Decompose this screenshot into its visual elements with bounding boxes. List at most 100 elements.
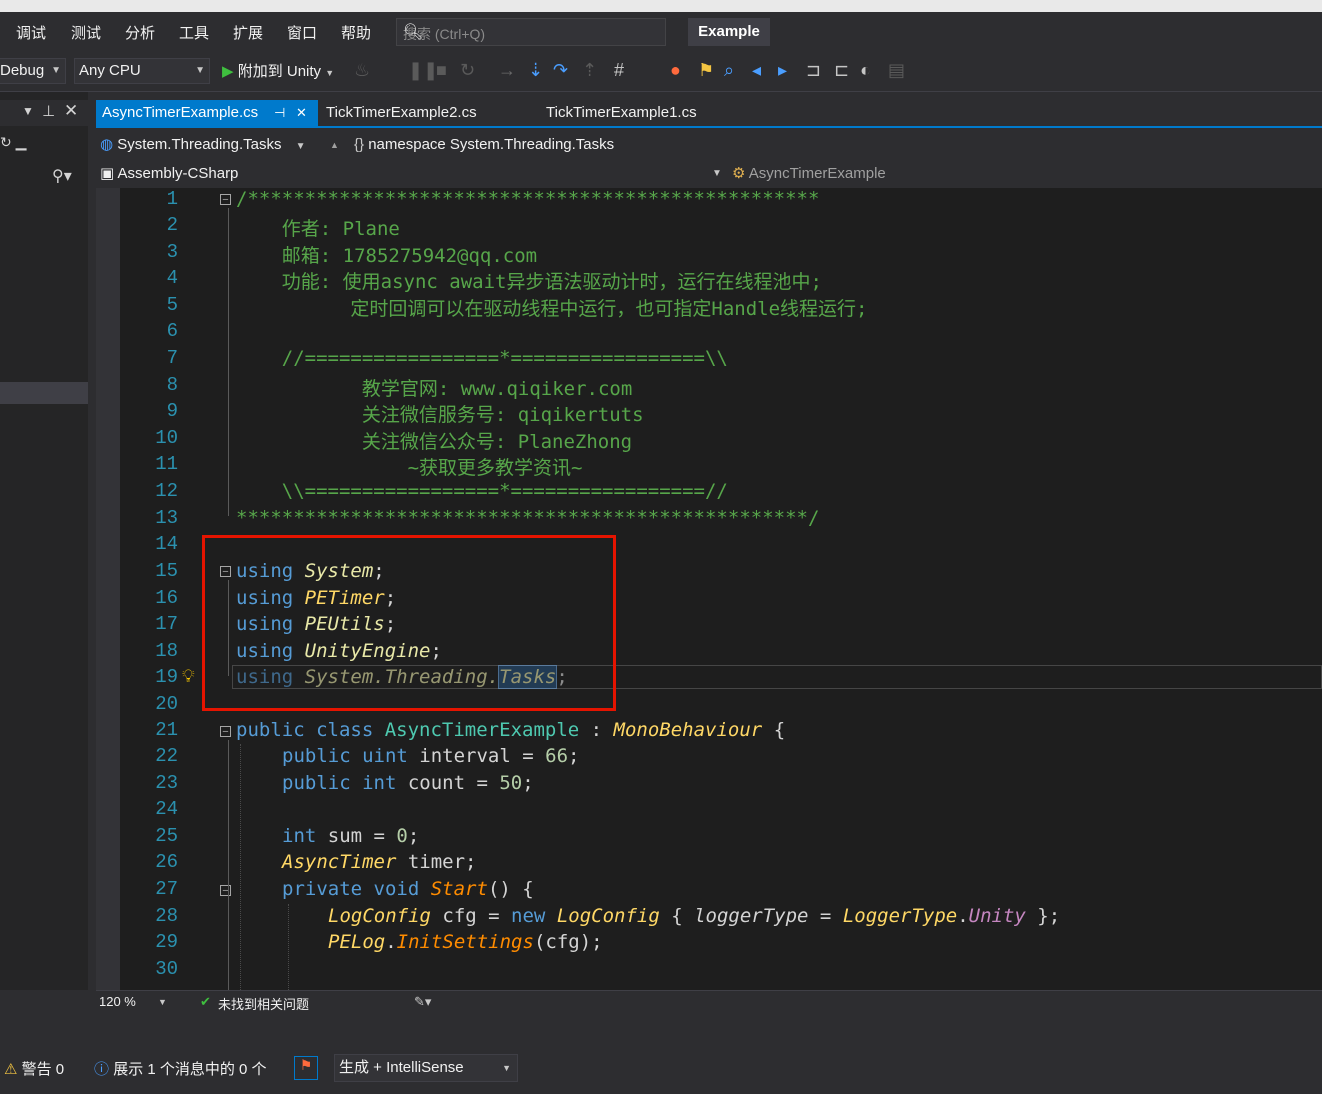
search-icon[interactable]: ⚲▾ xyxy=(52,166,72,186)
chevron-down-icon: ▼ xyxy=(712,168,722,179)
punctuation: ; xyxy=(568,745,580,767)
selected-tree-item[interactable] xyxy=(0,382,88,404)
member-value: AsyncTimerExample xyxy=(748,165,886,182)
close-icon[interactable]: ✕ xyxy=(296,100,307,126)
punctuation: ; xyxy=(407,825,420,847)
next-bookmark-icon[interactable]: ▸ xyxy=(778,60,787,81)
enum-member: Unity xyxy=(968,905,1026,927)
search-input[interactable]: 搜索 (Ctrl+Q) 🔍︎ xyxy=(396,18,666,46)
line-number: 29 xyxy=(155,931,178,953)
class-name: AsyncTimerExample xyxy=(384,719,580,741)
left-tool-window: ▼ ⊥ ✕ ↻ ▁ ⚲▾ xyxy=(0,92,88,990)
menu-extensions[interactable]: 扩展 xyxy=(233,22,263,43)
stop-icon[interactable]: ■ xyxy=(436,60,447,81)
show-next-statement-icon[interactable]: → xyxy=(498,60,516,81)
chevron-down-icon: ▼ xyxy=(325,68,335,78)
method-name: InitSettings xyxy=(396,931,534,953)
line-number: 30 xyxy=(155,958,178,980)
warnings-filter[interactable]: ⚠ 警告 0 xyxy=(4,1058,64,1079)
step-out-icon[interactable]: ⇡ xyxy=(582,60,597,81)
window-top-strip xyxy=(0,0,1322,12)
member-select[interactable]: ⚙ AsyncTimerExample xyxy=(732,162,1032,186)
chevron-down-icon: ▼ xyxy=(195,65,205,76)
tab-label: TickTimerExample1.cs xyxy=(546,104,697,121)
bookmark-icon[interactable]: ⚑ xyxy=(698,60,714,81)
navigation-bar-members: ▣ Assembly-CSharp ▼ ⚙ AsyncTimerExample xyxy=(96,160,1322,187)
format-icon[interactable]: ◐ xyxy=(860,60,871,81)
prev-bookmark-icon[interactable]: ◂ xyxy=(752,60,761,81)
class-icon: ⚙ xyxy=(732,165,746,182)
collapse-icon[interactable]: − xyxy=(220,194,231,206)
keyword: new xyxy=(511,905,546,927)
comment-icon[interactable]: ⊐ xyxy=(806,60,821,81)
namespace-value: System.Threading.Tasks xyxy=(117,136,282,153)
find-icon[interactable]: ⌕ xyxy=(724,60,734,81)
code-line-29: PELog.InitSettings(cfg); xyxy=(328,931,603,953)
attach-to-unity-button[interactable]: ▶ 附加到 Unity ▼ xyxy=(222,60,334,81)
code-editor[interactable]: 1 2 3 4 5 6 7 8 9 10 11 12 13 14 15 16 17 18 19 20 21 22 23 24 2… xyxy=(96,188,1322,990)
pin-icon[interactable]: ⊣ xyxy=(274,100,285,126)
code-line-26: AsyncTimer timer; xyxy=(282,851,476,873)
platform-select[interactable]: Any CPU ▼ xyxy=(74,58,210,84)
scope-select[interactable]: {} namespace System.Threading.Tasks xyxy=(354,133,854,157)
play-icon: ▶ xyxy=(222,63,234,80)
zoom-level[interactable]: 120 % xyxy=(99,994,136,1009)
tab-ticktimerexample1[interactable]: TickTimerExample1.cs xyxy=(540,100,746,126)
configuration-select[interactable]: Debug ▼ xyxy=(0,58,66,84)
dock-splitter[interactable] xyxy=(88,92,96,990)
uncomment-icon[interactable]: ⊏ xyxy=(834,60,849,81)
messages-label: 展示 1 个消息中的 0 个 xyxy=(113,1061,267,1078)
hex-display-icon[interactable]: # xyxy=(614,60,624,81)
line-number: 17 xyxy=(155,613,178,635)
pin-icon[interactable]: ⊥ xyxy=(42,102,55,120)
pause-icon[interactable]: ❚❚ xyxy=(408,60,438,81)
menu-help[interactable]: 帮助 xyxy=(341,22,371,43)
chevron-down-icon[interactable]: ▼ xyxy=(158,997,167,1007)
type-name: LogConfig xyxy=(556,905,660,927)
code-text: { xyxy=(659,905,695,927)
line-number: 6 xyxy=(166,320,178,342)
type-name: AsyncTimer xyxy=(282,851,397,873)
build-source-select[interactable]: 生成 + IntelliSense ▼ xyxy=(334,1054,518,1082)
fold-guide xyxy=(228,208,229,516)
warning-icon: ⚠ xyxy=(4,1061,18,1078)
line-number: 20 xyxy=(155,693,178,715)
code-line-21: public class AsyncTimerExample : MonoBeh… xyxy=(236,719,785,741)
messages-filter[interactable]: ⓘ 展示 1 个消息中的 0 个 xyxy=(94,1058,267,1079)
step-into-icon[interactable]: ⇣ xyxy=(528,60,543,81)
dropdown-icon[interactable]: ▼ xyxy=(22,104,34,118)
issues-status[interactable]: 未找到相关问题 xyxy=(218,994,309,1013)
filter-icon[interactable]: ⚑ xyxy=(294,1056,318,1080)
menu-window[interactable]: 窗口 xyxy=(287,22,317,43)
solution-name: Example xyxy=(688,18,770,46)
punctuation: }; xyxy=(1025,905,1061,927)
type-name: LoggerType xyxy=(842,905,958,927)
namespace-select[interactable]: ◍ System.Threading.Tasks ▼ xyxy=(100,133,326,157)
collapse-icon[interactable]: ↻ ▁ xyxy=(0,134,26,151)
menu-test[interactable]: 测试 xyxy=(71,22,101,43)
brush-icon[interactable]: ✎▾ xyxy=(414,994,431,1010)
collapse-icon[interactable]: − xyxy=(220,726,231,738)
indent-guide xyxy=(288,904,289,990)
collapse-icon[interactable]: − xyxy=(220,885,231,897)
menu-analyze[interactable]: 分析 xyxy=(125,22,155,43)
search-icon[interactable]: 🔍︎ xyxy=(403,22,657,42)
code-text: cfg = xyxy=(430,905,512,927)
project-select[interactable]: ▣ Assembly-CSharp ▼ xyxy=(100,162,722,186)
close-icon[interactable]: ✕ xyxy=(64,101,78,121)
more-tools-icon[interactable]: ▤ xyxy=(888,60,905,81)
hot-reload-icon[interactable]: ♨ xyxy=(354,60,370,81)
lightbulb-icon[interactable]: 💡︎ xyxy=(182,666,195,687)
tab-label: TickTimerExample2.cs xyxy=(326,104,477,121)
restart-icon[interactable]: ↻ xyxy=(460,60,475,81)
menu-debug[interactable]: 调试 xyxy=(16,22,46,43)
step-over-icon[interactable]: ↷ xyxy=(553,60,568,81)
punctuation: . xyxy=(957,905,969,927)
split-arrows-icon[interactable]: ▲ xyxy=(330,133,342,157)
tab-ticktimerexample2[interactable]: TickTimerExample2.cs xyxy=(320,100,526,126)
code-line-23: public int count = 50; xyxy=(282,772,534,794)
code-line-22: public uint interval = 66; xyxy=(282,745,579,767)
breakpoint-icon[interactable]: ● xyxy=(670,60,681,81)
menu-tools[interactable]: 工具 xyxy=(179,22,209,43)
tab-asynctimerexample[interactable]: AsyncTimerExample.cs ⊣ ✕ xyxy=(96,100,318,126)
